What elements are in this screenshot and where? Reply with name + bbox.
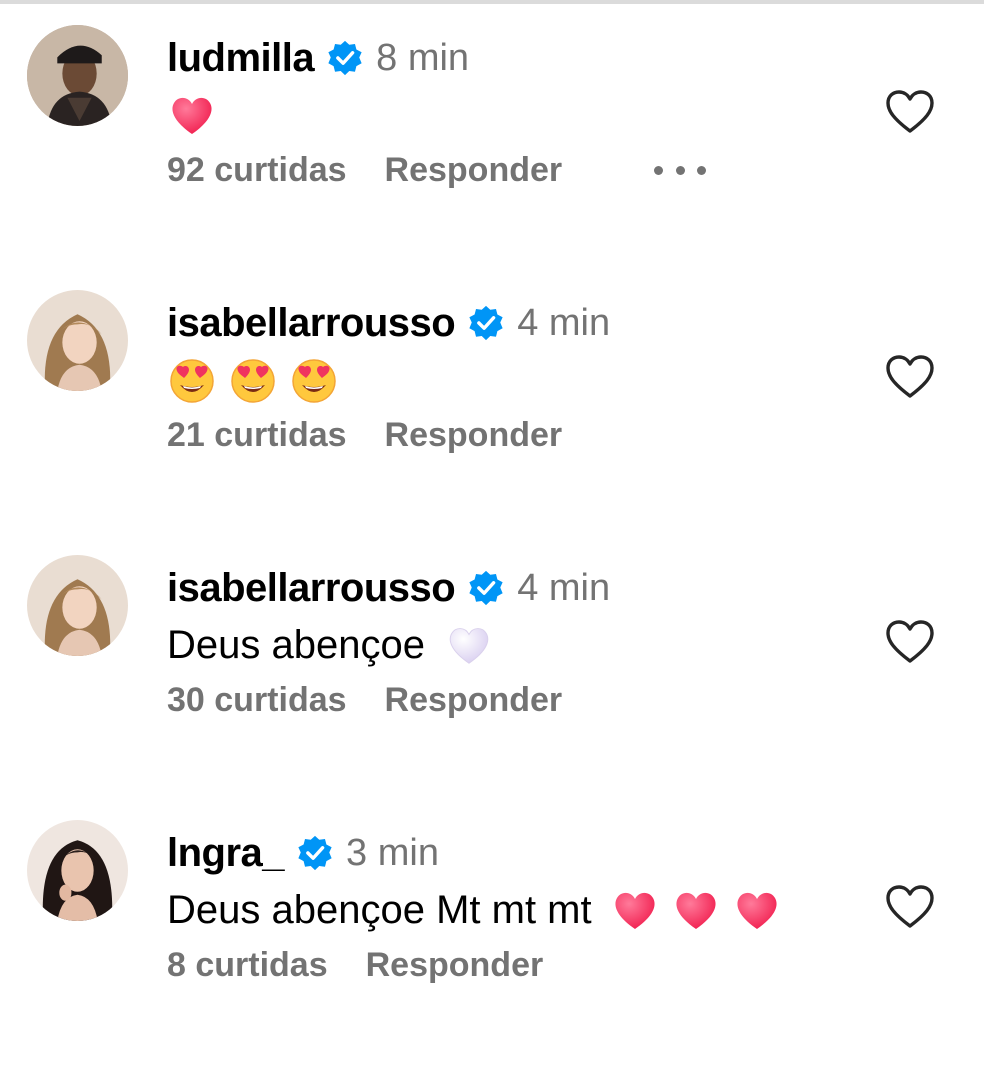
comments-list: ludmilla 8 min 92 curtidas Responder isa… [0, 0, 984, 1074]
comment-text-content: Deus abençoe Mt mt mt [167, 887, 592, 932]
heart-outline-icon[interactable] [884, 88, 936, 136]
verified-badge-icon [296, 834, 334, 872]
comment-actions: 92 curtidas Responder [167, 148, 562, 192]
comment-actions: 30 curtidas Responder [167, 678, 562, 722]
comment-text: Deus abençoe Mt mt mt [167, 885, 793, 935]
comment-item: isabellarrousso 4 min Deus abençoe 30 cu… [0, 530, 984, 770]
comment-actions: 8 curtidas Responder [167, 943, 543, 987]
reply-button[interactable]: Responder [385, 151, 563, 190]
heart-outline-icon[interactable] [884, 618, 936, 666]
avatar[interactable] [27, 555, 128, 656]
verified-badge-icon [326, 39, 364, 77]
comment-header: ludmilla 8 min [167, 30, 469, 86]
comment-header: lngra_ 3 min [167, 825, 439, 881]
verified-badge-icon [467, 304, 505, 342]
comment-time[interactable]: 4 min [517, 302, 610, 345]
comment-text-content: Deus abençoe [167, 622, 425, 667]
heart-outline-icon[interactable] [884, 883, 936, 931]
comment-text: Deus abençoe [167, 620, 504, 670]
avatar[interactable] [27, 820, 128, 921]
likes-count[interactable]: 21 curtidas [167, 416, 347, 455]
heart-eyes-emoji-icon [289, 355, 339, 405]
red-heart-icon [167, 90, 217, 140]
comment-item: lngra_ 3 min Deus abençoe Mt mt mt 8 cur… [0, 795, 984, 1035]
comment-item: ludmilla 8 min 92 curtidas Responder [0, 0, 984, 240]
comment-time[interactable]: 3 min [346, 832, 439, 875]
red-heart-icon [671, 885, 721, 935]
likes-count[interactable]: 8 curtidas [167, 946, 328, 985]
comment-actions: 21 curtidas Responder [167, 413, 562, 457]
heart-outline-icon[interactable] [884, 353, 936, 401]
comment-time[interactable]: 4 min [517, 567, 610, 610]
username[interactable]: isabellarrousso [167, 301, 456, 346]
avatar[interactable] [27, 290, 128, 391]
reply-button[interactable]: Responder [385, 681, 563, 720]
comment-time[interactable]: 8 min [376, 37, 469, 80]
more-options-icon[interactable] [654, 156, 706, 184]
username[interactable]: ludmilla [167, 36, 315, 81]
comment-item: isabellarrousso 4 min 21 curtidas Respon… [0, 265, 984, 505]
comment-text [167, 355, 350, 405]
username[interactable]: lngra_ [167, 831, 285, 876]
reply-button[interactable]: Responder [385, 416, 563, 455]
comment-text [167, 90, 228, 140]
reply-button[interactable]: Responder [366, 946, 544, 985]
avatar[interactable] [27, 25, 128, 126]
likes-count[interactable]: 30 curtidas [167, 681, 347, 720]
red-heart-icon [732, 885, 782, 935]
verified-badge-icon [467, 569, 505, 607]
red-heart-icon [610, 885, 660, 935]
heart-eyes-emoji-icon [167, 355, 217, 405]
comment-header: isabellarrousso 4 min [167, 295, 610, 351]
username[interactable]: isabellarrousso [167, 566, 456, 611]
white-heart-icon [445, 621, 493, 669]
comment-header: isabellarrousso 4 min [167, 560, 610, 616]
heart-eyes-emoji-icon [228, 355, 278, 405]
likes-count[interactable]: 92 curtidas [167, 151, 347, 190]
